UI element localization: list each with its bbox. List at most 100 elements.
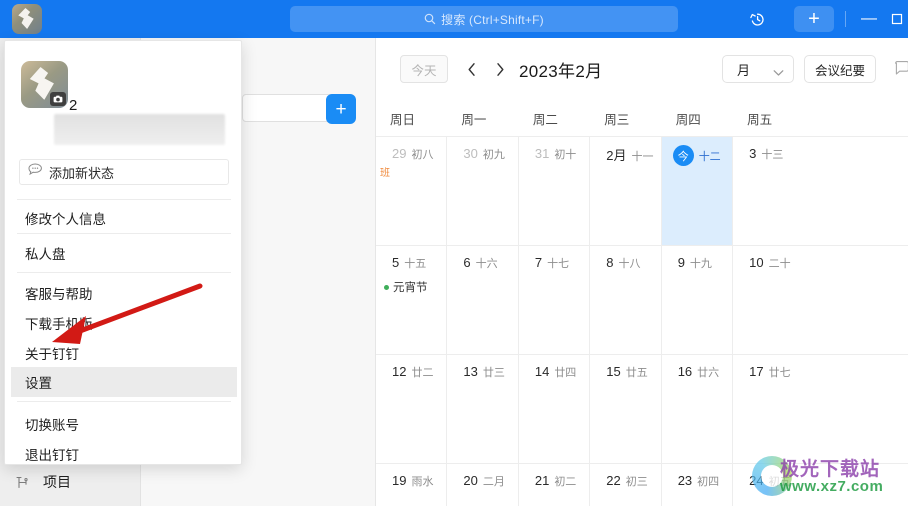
calendar-day-cell[interactable]: 5 十五 元宵节 — [376, 246, 448, 354]
sidebar-item-project[interactable]: 项目 — [14, 472, 71, 492]
calendar-day-cell[interactable]: 6 十六 — [447, 246, 519, 354]
calendar-day-cell[interactable]: 8 十八 — [590, 246, 662, 354]
event-dot-icon — [384, 284, 389, 290]
calendar-day-number: 23 — [677, 473, 693, 488]
calendar-lunar-label: 初四 — [697, 476, 720, 488]
calendar-lunar-label: 廿六 — [697, 367, 720, 379]
search-placeholder: 搜索 (Ctrl+Shift+F) — [441, 12, 544, 27]
menu-item-settings[interactable]: 设置 — [11, 367, 237, 397]
calendar-lunar-label: 廿四 — [554, 367, 577, 379]
calendar-day-number: 7 — [534, 255, 543, 270]
calendar-day-cell[interactable]: 3 十三 — [733, 137, 804, 245]
menu-item-logout[interactable]: 退出钉钉 — [11, 439, 237, 469]
calendar-day-number: 6 — [463, 255, 471, 270]
calendar-day-number: 8 — [606, 255, 614, 270]
menu-item-download-mobile[interactable]: 下载手机版 — [11, 308, 237, 338]
prev-month-icon[interactable] — [461, 56, 483, 82]
calendar-lunar-label: 初十 — [554, 149, 577, 161]
calendar-day-cell[interactable]: 23 初四 — [662, 464, 734, 506]
calendar-day-number: 3 — [749, 146, 757, 161]
event-title: 元宵节 — [393, 282, 428, 294]
calendar-week-row: 12 廿二 13 廿三 14 廿四 15 廿五 16 廿六 17 廿七 — [376, 355, 908, 464]
calendar-day-cell[interactable]: 22 初三 — [590, 464, 662, 506]
calendar-day-cell[interactable]: 30 初九 — [447, 137, 519, 245]
minimize-button[interactable]: — — [856, 6, 882, 32]
meeting-minutes-button[interactable]: 会议纪要 — [804, 55, 876, 83]
next-month-icon[interactable] — [489, 56, 511, 82]
calendar-day-header: 7 十七 — [519, 254, 589, 272]
calendar-weekday-header: 周日 周一 周二 周三 周四 周五 — [376, 100, 908, 136]
calendar-day-cell[interactable]: 9 十九 — [662, 246, 734, 354]
calendar-toolbar: 今天 2023年2月 月 会议纪要 — [376, 38, 908, 100]
calendar-lunar-label: 初九 — [482, 149, 505, 161]
calendar-day-cell[interactable]: 21 初二 — [519, 464, 591, 506]
calendar-day-cell[interactable]: 17 廿七 — [733, 355, 804, 463]
menu-item-switch-account[interactable]: 切换账号 — [11, 409, 237, 439]
search-input[interactable]: 搜索 (Ctrl+Shift+F) — [290, 6, 678, 32]
calendar-lunar-label: 雨水 — [411, 476, 434, 488]
view-mode-value: 月 — [737, 62, 751, 78]
calendar-event[interactable]: 元宵节 — [384, 279, 446, 295]
view-mode-select[interactable]: 月 — [722, 55, 794, 83]
add-status-button[interactable]: 添加新状态 — [19, 159, 229, 185]
comment-icon[interactable] — [894, 60, 908, 81]
calendar-day-header: 2月 十一 — [590, 145, 660, 165]
calendar-day-cell[interactable]: 13 廿三 — [447, 355, 519, 463]
menu-item-support[interactable]: 客服与帮助 — [11, 278, 237, 308]
calendar-lunar-label: 二十 — [768, 258, 791, 270]
calendar-day-number: 13 — [463, 364, 478, 379]
calendar-day-cell[interactable]: 7 十七 — [519, 246, 591, 354]
maximize-icon[interactable] — [886, 6, 908, 32]
calendar-day-cell[interactable]: 2月 十一 — [590, 137, 662, 245]
calendar-day-number: 2月 — [606, 148, 627, 163]
add-button[interactable]: + — [794, 6, 834, 32]
calendar-day-cell[interactable]: 10 二十 — [733, 246, 804, 354]
calendar-day-cell[interactable]: 19 雨水 — [376, 464, 448, 506]
today-button[interactable]: 今天 — [400, 55, 448, 83]
history-clock-icon[interactable] — [744, 6, 770, 32]
calendar-day-header: 8 十八 — [590, 254, 660, 272]
calendar-day-cell[interactable]: 15 廿五 — [590, 355, 662, 463]
calendar-day-cell[interactable]: 24 初五 — [733, 464, 804, 506]
calendar-day-number: 12 — [392, 364, 407, 379]
create-schedule-button[interactable]: + — [326, 94, 356, 124]
menu-item-private-disk[interactable]: 私人盘 — [11, 238, 237, 268]
calendar-main: 今天 2023年2月 月 会议纪要 周日 周一 周二 周三 周四 周五 29 初… — [376, 38, 908, 506]
calendar-weekday-label: 周三 — [604, 112, 630, 127]
calendar-day-header: 31 初十 — [519, 145, 589, 163]
calendar-day-cell[interactable]: 29 初八班 — [376, 137, 448, 245]
calendar-workday-badge: 班 — [380, 168, 390, 179]
calendar-day-number: 14 — [534, 364, 550, 379]
calendar-lunar-label: 十九 — [689, 258, 712, 270]
calendar-day-header: 19 雨水 — [376, 472, 446, 490]
sidebar-item-label: 项目 — [43, 474, 71, 490]
calendar-day-header: 30 初九 — [447, 145, 517, 163]
calendar-day-cell[interactable]: 31 初十 — [519, 137, 591, 245]
calendar-day-number: 31 — [534, 146, 550, 161]
calendar-day-cell[interactable]: 20 二月 — [447, 464, 519, 506]
calendar-weekday-label: 周二 — [532, 112, 558, 127]
project-icon — [14, 474, 31, 491]
menu-item-edit-profile[interactable]: 修改个人信息 — [11, 203, 237, 233]
menu-item-about[interactable]: 关于钉钉 — [11, 338, 237, 368]
calendar-day-header: 16 廿六 — [662, 363, 732, 381]
avatar[interactable] — [21, 61, 68, 108]
calendar-lunar-label: 十六 — [475, 258, 498, 270]
calendar-day-header: 24 初五 — [733, 472, 804, 490]
calendar-lunar-label: 初二 — [554, 476, 577, 488]
calendar-title: 2023年2月 — [519, 62, 603, 81]
calendar-day-cell[interactable]: 16 廿六 — [662, 355, 734, 463]
calendar-week-row: 5 十五 元宵节 6 十六 7 十七 8 十八 9 十九 10 二十 — [376, 246, 908, 355]
calendar-grid[interactable]: 29 初八班 30 初九 31 初十 2月 十一今十二 3 十三 5 十五 元宵节 6 十六 7 十七 8 十八 9 十… — [376, 136, 908, 506]
calendar-day-number: 21 — [534, 473, 550, 488]
calendar-day-cell[interactable]: 12 廿二 — [376, 355, 448, 463]
calendar-today-badge: 今 — [672, 145, 694, 166]
profile-name: 2 — [69, 97, 78, 114]
calendar-day-cell[interactable]: 今十二 — [661, 137, 734, 245]
calendar-day-header: 12 廿二 — [376, 363, 446, 381]
calendar-day-header: 6 十六 — [447, 254, 517, 272]
calendar-day-cell[interactable]: 14 廿四 — [519, 355, 591, 463]
calendar-lunar-label: 初五 — [768, 476, 791, 488]
calendar-lunar-label: 初三 — [625, 476, 648, 488]
camera-icon[interactable] — [50, 92, 66, 106]
